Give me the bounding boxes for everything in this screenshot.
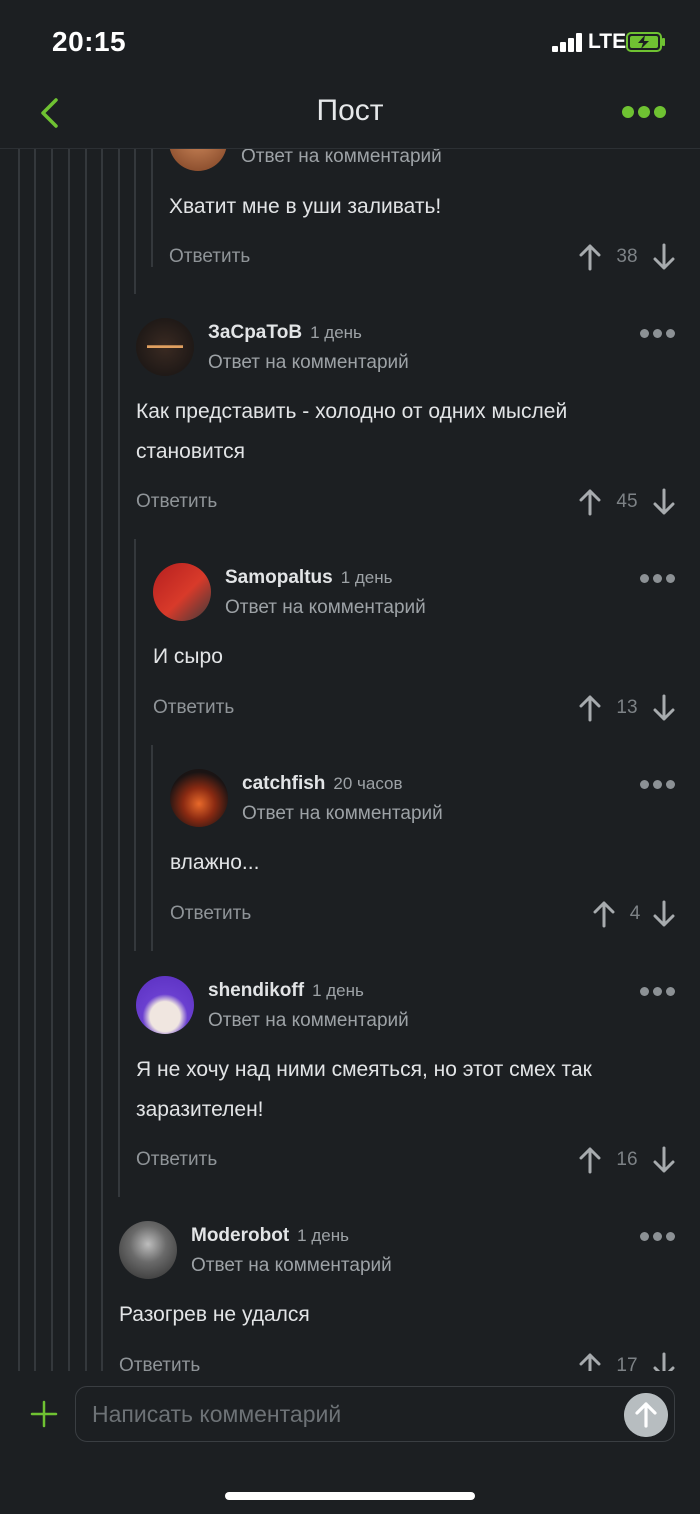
more-dots-icon[interactable] bbox=[622, 106, 666, 120]
reply-button[interactable]: Ответить bbox=[169, 246, 250, 268]
reply-to-label[interactable]: Ответ на комментарий bbox=[225, 597, 426, 619]
upvote-icon[interactable] bbox=[593, 900, 615, 928]
comment-author[interactable]: Samopaltus 1 день bbox=[225, 567, 393, 589]
plus-icon[interactable] bbox=[30, 1400, 58, 1428]
downvote-icon[interactable] bbox=[653, 488, 675, 516]
comment: shendikoff 1 день Ответ на комментарий Я … bbox=[136, 976, 679, 1176]
downvote-icon[interactable] bbox=[653, 1352, 675, 1371]
network-type: LTE bbox=[588, 30, 627, 53]
vote-score: 13 bbox=[616, 697, 638, 718]
comment-text: Я не хочу над ними смеяться, но этот сме… bbox=[136, 1058, 592, 1121]
reply-button[interactable]: Ответить bbox=[136, 1149, 217, 1171]
reply-to-label[interactable]: Ответ на комментарий bbox=[241, 149, 442, 168]
thread-line bbox=[118, 149, 120, 1197]
comment-text: Хватит мне в уши заливать! bbox=[169, 195, 442, 218]
avatar-image: ▬▬▬▬ bbox=[147, 340, 183, 350]
thread-line bbox=[134, 149, 136, 294]
home-indicator bbox=[225, 1492, 475, 1500]
upvote-icon[interactable] bbox=[579, 243, 601, 271]
upvote-icon[interactable] bbox=[579, 694, 601, 722]
avatar[interactable]: ▬▬▬▬ bbox=[136, 318, 194, 376]
thread-line bbox=[34, 149, 36, 1371]
reply-button[interactable]: Ответить bbox=[119, 1355, 200, 1371]
status-bar: 20:15 LTE bbox=[0, 0, 700, 80]
page-title: Пост bbox=[316, 94, 384, 127]
avatar[interactable] bbox=[153, 563, 211, 621]
reply-to-label[interactable]: Ответ на комментарий bbox=[242, 803, 443, 825]
status-time: 20:15 bbox=[52, 26, 127, 57]
comment: catchfish 20 часов Ответ на комментарий в… bbox=[170, 769, 679, 939]
vote-controls: 17 bbox=[579, 1352, 679, 1371]
comment-input[interactable]: Написать комментарий bbox=[75, 1386, 675, 1442]
thread-line bbox=[101, 149, 103, 1371]
comment-author[interactable]: Moderobot 1 день bbox=[191, 1225, 349, 1247]
top-nav-bar: Пост bbox=[0, 80, 700, 149]
comment-text: Как представить - холодно от одних мысле… bbox=[136, 400, 568, 463]
comment-text: Разогрев не удался bbox=[119, 1303, 310, 1326]
comment: Samopaltus 1 день Ответ на комментарий И … bbox=[153, 563, 679, 733]
thread-line bbox=[68, 149, 70, 1371]
comment-more-icon[interactable] bbox=[640, 780, 676, 790]
downvote-icon[interactable] bbox=[653, 900, 675, 928]
reply-button[interactable]: Ответить bbox=[136, 491, 217, 513]
comment-author[interactable]: shendikoff 1 день bbox=[208, 980, 364, 1002]
signal-icon bbox=[552, 32, 584, 52]
vote-controls: 4 bbox=[579, 900, 679, 928]
reply-to-label[interactable]: Ответ на комментарий bbox=[191, 1255, 392, 1277]
battery-charging-icon bbox=[626, 32, 665, 52]
thread-line bbox=[51, 149, 53, 1371]
comment-author[interactable]: catchfish 20 часов bbox=[242, 773, 403, 795]
upvote-icon[interactable] bbox=[579, 488, 601, 516]
reply-button[interactable]: Ответить bbox=[170, 903, 251, 925]
thread-line bbox=[85, 149, 87, 1371]
comment-author[interactable]: ЗаСраТоВ 1 день bbox=[208, 322, 362, 344]
downvote-icon[interactable] bbox=[653, 694, 675, 722]
comment-time: 1 день bbox=[297, 1226, 349, 1245]
comment-more-icon[interactable] bbox=[640, 1232, 676, 1242]
comment: ▬▬▬▬ ЗаСраТоВ 1 день Ответ на комментарий… bbox=[136, 318, 679, 518]
comment-time: 1 день bbox=[312, 981, 364, 1000]
upvote-icon[interactable] bbox=[579, 1146, 601, 1174]
avatar[interactable] bbox=[136, 976, 194, 1034]
upvote-icon[interactable] bbox=[579, 1352, 601, 1371]
avatar[interactable] bbox=[169, 149, 227, 171]
thread-line bbox=[18, 149, 20, 1371]
comment-more-icon[interactable] bbox=[640, 987, 676, 997]
comment: Moderobot 1 день Ответ на комментарий Раз… bbox=[119, 1221, 679, 1371]
comment-more-icon[interactable] bbox=[640, 329, 676, 339]
vote-score: 38 bbox=[616, 246, 638, 267]
avatar[interactable] bbox=[119, 1221, 177, 1279]
reply-button[interactable]: Ответить bbox=[153, 697, 234, 719]
comment-thread[interactable]: Ответ на комментарий Хватит мне в уши за… bbox=[0, 149, 700, 1371]
thread-line bbox=[134, 539, 136, 951]
comment-time: 1 день bbox=[340, 568, 393, 587]
comment-time: 20 часов bbox=[333, 774, 403, 793]
reply-to-label[interactable]: Ответ на комментарий bbox=[208, 1010, 409, 1032]
comment-text: влажно... bbox=[170, 851, 260, 874]
comment-time: 1 день bbox=[310, 323, 362, 342]
comment: Ответ на комментарий Хватит мне в уши за… bbox=[169, 149, 679, 279]
comment-text: И сыро bbox=[153, 645, 223, 668]
vote-score: 17 bbox=[616, 1355, 638, 1371]
vote-controls: 13 bbox=[579, 694, 679, 722]
vote-score: 4 bbox=[629, 903, 641, 924]
vote-controls: 38 bbox=[579, 243, 679, 271]
vote-score: 45 bbox=[616, 491, 638, 512]
avatar[interactable] bbox=[170, 769, 228, 827]
thread-line bbox=[151, 149, 153, 267]
send-arrow-icon[interactable] bbox=[624, 1393, 668, 1437]
vote-controls: 16 bbox=[579, 1146, 679, 1174]
downvote-icon[interactable] bbox=[653, 243, 675, 271]
vote-controls: 45 bbox=[579, 488, 679, 516]
reply-to-label[interactable]: Ответ на комментарий bbox=[208, 352, 409, 374]
comment-input-placeholder: Написать комментарий bbox=[92, 1401, 342, 1427]
vote-score: 16 bbox=[616, 1149, 638, 1170]
thread-line bbox=[151, 745, 153, 951]
comment-composer: Написать комментарий bbox=[0, 1371, 700, 1514]
downvote-icon[interactable] bbox=[653, 1146, 675, 1174]
comment-more-icon[interactable] bbox=[640, 574, 676, 584]
